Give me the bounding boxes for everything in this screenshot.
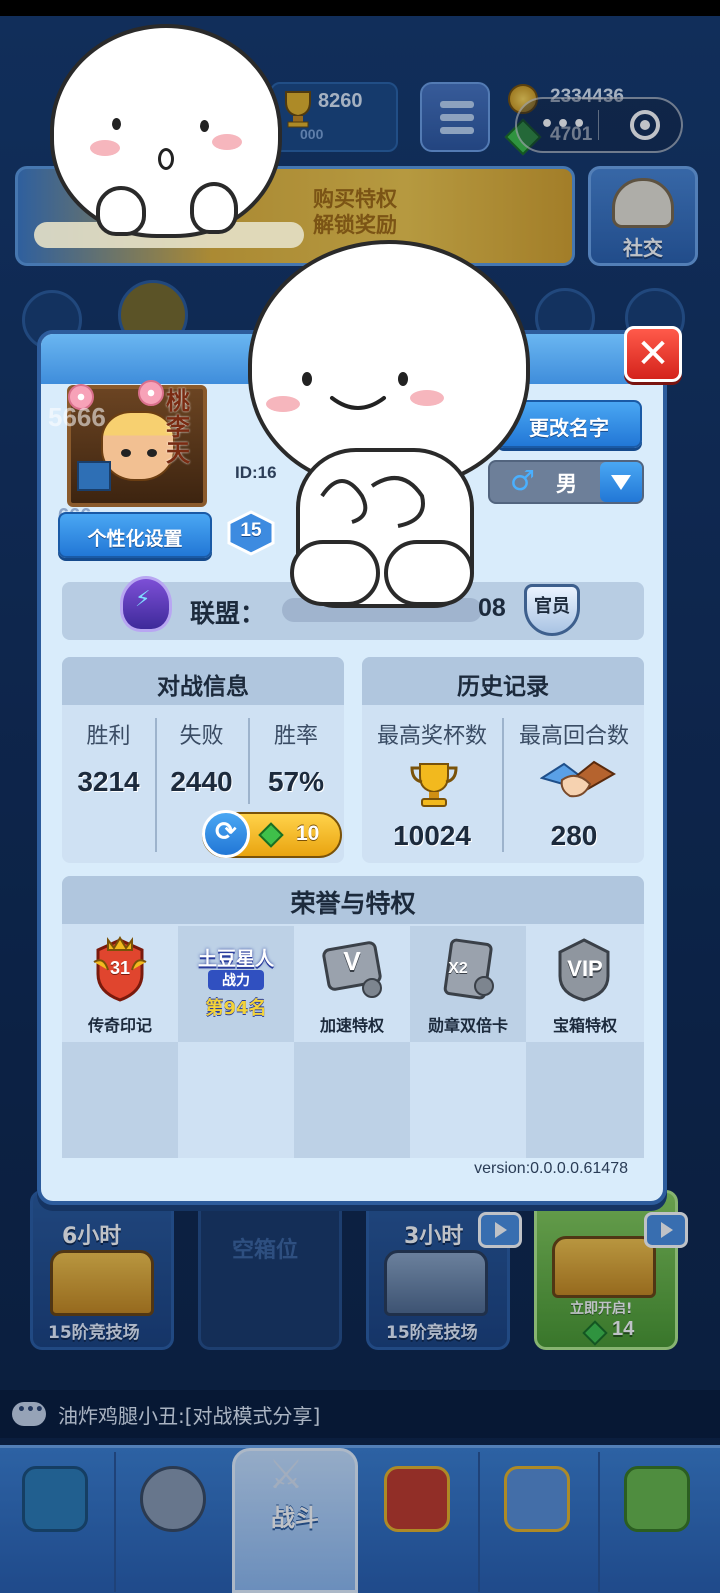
power-label: 战力	[208, 970, 264, 990]
sticker-arms	[320, 476, 425, 528]
win-rate-value: 57%	[267, 766, 325, 797]
speed-card-letter: V	[343, 946, 361, 976]
reset-cost: 10	[296, 822, 320, 845]
sticker-eye	[112, 118, 121, 130]
flower-icon	[138, 380, 164, 406]
honor-label: 传奇印记	[87, 1016, 152, 1035]
honor-empty-slot	[178, 1042, 294, 1158]
sticker-blush	[410, 390, 444, 406]
max-rounds-value: 280	[550, 820, 598, 851]
wins-label: 胜利	[86, 724, 131, 749]
honor-speed-privilege[interactable]: V 加速特权	[294, 926, 410, 1042]
handshake-icon	[540, 760, 616, 798]
honor-empty-slot	[410, 1042, 526, 1158]
sticker-blush	[266, 396, 300, 412]
alliance-name-suffix: 08	[478, 594, 506, 622]
status-bar	[0, 0, 720, 16]
honor-legend-mark[interactable]: 31 传奇印记	[62, 926, 178, 1042]
honor-potato-rank[interactable]: 土豆星人 战力 第94名	[178, 926, 294, 1042]
losses-label: 失败	[179, 724, 224, 749]
wins-value: 3214	[77, 766, 140, 797]
honor-empty-slot	[294, 1042, 410, 1158]
trophy-icon	[410, 763, 458, 807]
close-button[interactable]: ✕	[624, 326, 682, 382]
honor-chest-privilege[interactable]: VIP 宝箱特权	[526, 926, 644, 1042]
legend-mark-number: 31	[109, 958, 131, 978]
sticker-mouth	[158, 148, 174, 170]
player-id: ID:16	[235, 463, 277, 482]
max-trophies-label: 最高奖杯数	[376, 724, 487, 749]
sticker-blob-peek	[50, 24, 282, 238]
sticker-hand	[190, 182, 238, 234]
vip-label: VIP	[567, 956, 603, 981]
male-icon: ♂	[510, 464, 536, 497]
sticker-eye	[200, 120, 209, 132]
sticker-eye	[302, 372, 312, 386]
books-icon	[77, 461, 111, 491]
dropdown-arrow-icon[interactable]	[600, 462, 642, 502]
avatar-face	[101, 411, 175, 481]
power-rank: 第94名	[205, 998, 267, 1019]
losses-value: 2440	[170, 766, 233, 797]
close-icon: ✕	[636, 331, 670, 377]
honors-title: 荣誉与特权	[290, 889, 416, 918]
sticker-leg	[384, 540, 474, 606]
avatar-watermark: 5666	[48, 402, 106, 432]
sticker-eye	[398, 372, 408, 386]
version-label: version:0.0.0.0.61478	[474, 1160, 628, 1177]
customize-button[interactable]: 个性化设置	[58, 512, 212, 558]
honor-empty-slot	[526, 1042, 644, 1158]
sticker-hand	[96, 186, 146, 236]
alliance-label: 联盟：	[190, 599, 266, 628]
battle-info-title: 对战信息	[157, 674, 249, 700]
max-trophies-value: 10024	[393, 820, 471, 851]
history-title: 历史记录	[457, 674, 549, 700]
sticker-leg	[290, 540, 380, 606]
sticker-smile	[330, 396, 386, 410]
win-rate-label: 胜率	[273, 724, 318, 749]
refresh-icon	[202, 810, 250, 858]
customize-button-label: 个性化设置	[87, 528, 183, 550]
officer-label: 官员	[534, 596, 570, 617]
double-card-label: X2	[448, 960, 468, 977]
potato-title: 土豆星人	[197, 948, 274, 970]
alliance-emblem-icon	[120, 576, 172, 632]
avatar-frame-name: 桃 李 天	[166, 387, 190, 467]
max-rounds-label: 最高回合数	[518, 724, 629, 749]
sticker-blush	[90, 140, 120, 156]
sticker-blush	[212, 134, 242, 150]
honor-label: 加速特权	[319, 1016, 384, 1035]
honor-empty-slot	[62, 1042, 178, 1158]
gender-value: 男	[556, 472, 577, 496]
level-number: 15	[240, 520, 262, 541]
honor-label: 勋章双倍卡	[427, 1016, 508, 1035]
honor-label: 宝箱特权	[552, 1016, 617, 1035]
honor-double-medal[interactable]: X2 勋章双倍卡	[410, 926, 526, 1042]
